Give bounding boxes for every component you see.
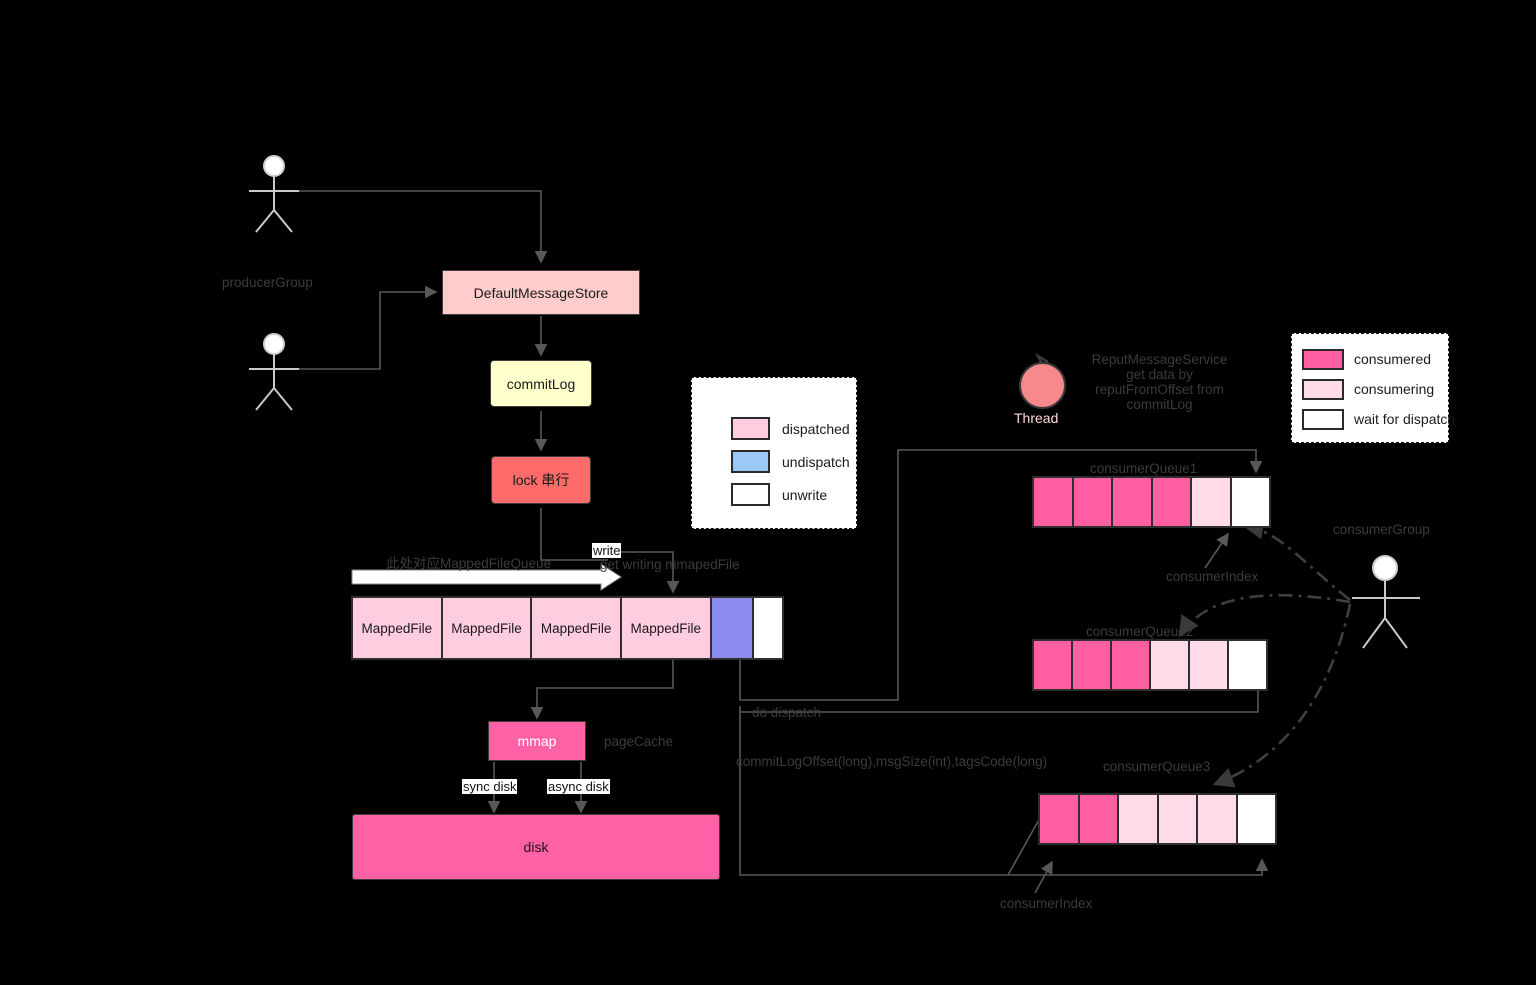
legend-mappedfile-row: unwrite [731, 478, 856, 511]
actor-producer-1 [249, 155, 299, 233]
consumer-queue-cell[interactable] [1197, 794, 1237, 844]
consumer-queue-3-title: consumerQueue3 [1103, 759, 1211, 774]
write-edge-label: write [592, 543, 622, 558]
thread-label: Thread [1014, 410, 1059, 426]
legend-consumerqueue-label: wait for dispatch [1354, 411, 1456, 427]
consumer-queue-1[interactable] [1032, 476, 1271, 528]
producer-group-label: producerGroup [222, 275, 313, 290]
node-lock-label: lock 串行 [512, 472, 570, 488]
consumer-queue-cell[interactable] [1033, 640, 1072, 690]
legend-consumerqueue-label: consumered [1354, 351, 1432, 367]
legend-consumerqueue-swatch [1302, 408, 1344, 430]
consumer-queue-cell[interactable] [1072, 477, 1112, 527]
legend-mappedfile-swatch [731, 417, 770, 440]
node-mmap-label: mmap [517, 733, 557, 749]
consumer-index-top-label: consumerIndex [1166, 569, 1259, 584]
legend-consumerqueue-states: consumered consumering wait for dispatch [1291, 333, 1455, 443]
legend-mappedfile-label: undispatch [782, 453, 850, 470]
mapped-file-queue[interactable]: MappedFile MappedFile MappedFile MappedFile [351, 596, 784, 660]
consumer-queue-cell[interactable] [1150, 640, 1189, 690]
consumer-queue-1-title: consumerQueue1 [1090, 461, 1198, 476]
actor-consumer-group [1352, 555, 1420, 649]
mapped-file-cell[interactable]: MappedFile [531, 597, 621, 659]
legend-consumerqueue-row: consumered [1302, 344, 1448, 374]
async-disk-edge-label: async disk [547, 779, 610, 794]
consumer-queue-cell[interactable] [1157, 794, 1197, 844]
mapped-file-cell[interactable]: MappedFile [352, 597, 442, 659]
thread-circle-icon [1019, 362, 1066, 409]
mapped-file-cell[interactable] [710, 597, 753, 659]
consumer-queue-cell[interactable] [1118, 794, 1158, 844]
edge-consumergroup-to-queue1 [1242, 518, 1351, 602]
consumer-queue-cell[interactable] [1112, 477, 1152, 527]
consumer-queue-3[interactable] [1038, 793, 1277, 845]
edge-consumerindex-queue3 [1034, 860, 1053, 894]
node-default-message-store[interactable]: DefaultMessageStore [442, 270, 640, 315]
legend-consumerqueue-swatch [1302, 348, 1344, 370]
node-commit-log[interactable]: commitLog [490, 360, 592, 407]
legend-mappedfile-swatch [731, 483, 770, 506]
legend-consumerqueue-swatch [1302, 378, 1344, 400]
legend-mappedfile-row: undispatch [731, 445, 856, 478]
edge-consumergroup-to-queue3 [1212, 603, 1352, 788]
consumer-queue-cell[interactable] [1078, 794, 1118, 844]
node-commit-log-label: commitLog [506, 375, 576, 392]
legend-mappedfile-row: dispatched [731, 412, 856, 445]
legend-consumerqueue-row: wait for dispatch [1302, 404, 1455, 434]
do-dispatch-label: do dispatch [752, 705, 822, 720]
edge-dispatch-payload-bus [739, 706, 1269, 876]
page-cache-label: pageCache [604, 734, 674, 749]
consumer-queue-cell[interactable] [1189, 640, 1228, 690]
consumer-queue-cell[interactable] [1151, 477, 1191, 527]
legend-consumerqueue-label: consumering [1354, 381, 1435, 397]
mapped-file-cell-label: MappedFile [361, 620, 433, 636]
edge-producer1-to-store [299, 190, 548, 264]
consumer-queue-cell[interactable] [1072, 640, 1111, 690]
edge-producer2-to-store [299, 285, 438, 370]
sync-disk-edge-label: sync disk [462, 779, 518, 794]
consumer-queue-cell[interactable] [1230, 477, 1270, 527]
consumer-queue-2-title: consumerQueue2 [1086, 624, 1194, 639]
node-default-message-store-label: DefaultMessageStore [473, 284, 609, 301]
consumer-index-bottom-label: consumerIndex [1000, 896, 1093, 911]
diagram-canvas: DefaultMessageStore commitLog lock 串行 mm… [0, 0, 1536, 985]
consumer-queue-2[interactable] [1032, 639, 1268, 691]
consumer-queue-cell[interactable] [1236, 794, 1276, 844]
mapped-file-cell[interactable]: MappedFile [620, 597, 711, 659]
reput-message-service-label: ReputMessageService get data by reputFro… [1091, 352, 1228, 412]
consumer-queue-cell[interactable] [1191, 477, 1231, 527]
dispatch-payload-label: commitLogOffset(long),msgSize(int),tagsC… [736, 754, 1048, 769]
node-disk-label: disk [523, 839, 549, 855]
legend-consumerqueue-row: consumering [1302, 374, 1448, 404]
mapped-file-cell-label: MappedFile [630, 620, 702, 636]
node-lock[interactable]: lock 串行 [491, 456, 591, 504]
consumer-queue-cell[interactable] [1111, 640, 1150, 690]
consumer-group-label: consumerGroup [1333, 522, 1430, 537]
consumer-queue-cell[interactable] [1039, 794, 1079, 844]
mapped-file-queue-label: 此处对应MappedFileQueue [386, 556, 552, 571]
actor-producer-2 [249, 333, 299, 411]
consumer-queue-cell[interactable] [1033, 477, 1073, 527]
mapped-file-cell-label: MappedFile [540, 620, 612, 636]
node-mmap[interactable]: mmap [488, 721, 586, 761]
legend-mappedfile-swatch [731, 450, 770, 473]
mapped-file-cell[interactable] [752, 597, 783, 659]
legend-mappedfile-label: dispatched [782, 420, 850, 437]
mapped-file-cell[interactable]: MappedFile [441, 597, 532, 659]
legend-mappedfile-label: unwrite [782, 486, 828, 503]
consumer-queue-cell[interactable] [1228, 640, 1267, 690]
edge-consumergroup-to-queue2 [1178, 593, 1351, 638]
node-disk[interactable]: disk [352, 814, 720, 880]
get-writing-mmapedfile-label: get writing mmapedFile [600, 557, 740, 572]
mapped-file-cell-label: MappedFile [451, 620, 522, 636]
edge-mappedfile-to-mmap [530, 660, 674, 720]
legend-mappedfile-states: dispatched undispatch unwrite [691, 377, 857, 529]
edge-consumerindex-queue1 [1204, 532, 1229, 569]
